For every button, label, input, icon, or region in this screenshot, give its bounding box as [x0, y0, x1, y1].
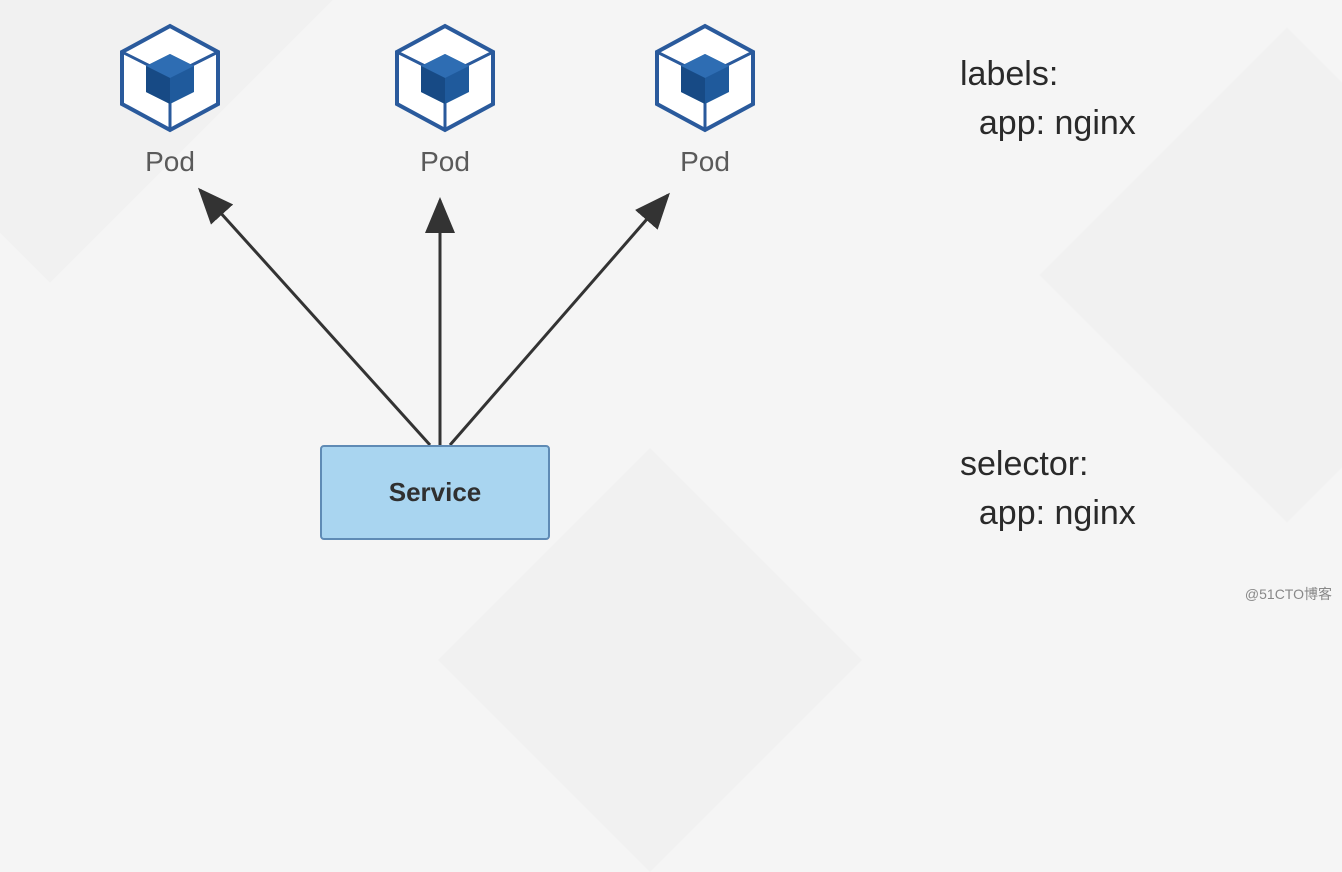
- service-box: Service: [320, 445, 550, 540]
- cube-icon: [645, 18, 765, 138]
- yaml-selector-line2: app: nginx: [960, 494, 1136, 532]
- service-label: Service: [389, 477, 482, 508]
- yaml-selector: selector: app: nginx: [960, 440, 1136, 539]
- cube-icon: [110, 18, 230, 138]
- yaml-labels-line2: app: nginx: [960, 104, 1136, 142]
- yaml-labels: labels: app: nginx: [960, 50, 1136, 149]
- pod-label: Pod: [630, 146, 780, 178]
- pod-3: Pod: [630, 18, 780, 178]
- cube-icon: [385, 18, 505, 138]
- pod-2: Pod: [370, 18, 520, 178]
- yaml-selector-line1: selector:: [960, 445, 1089, 483]
- pod-label: Pod: [370, 146, 520, 178]
- pod-label: Pod: [95, 146, 245, 178]
- pod-1: Pod: [95, 18, 245, 178]
- yaml-labels-line1: labels:: [960, 55, 1058, 93]
- watermark: @51CTO博客: [1245, 584, 1332, 604]
- diagram-area: Pod Pod Pod: [0, 0, 900, 610]
